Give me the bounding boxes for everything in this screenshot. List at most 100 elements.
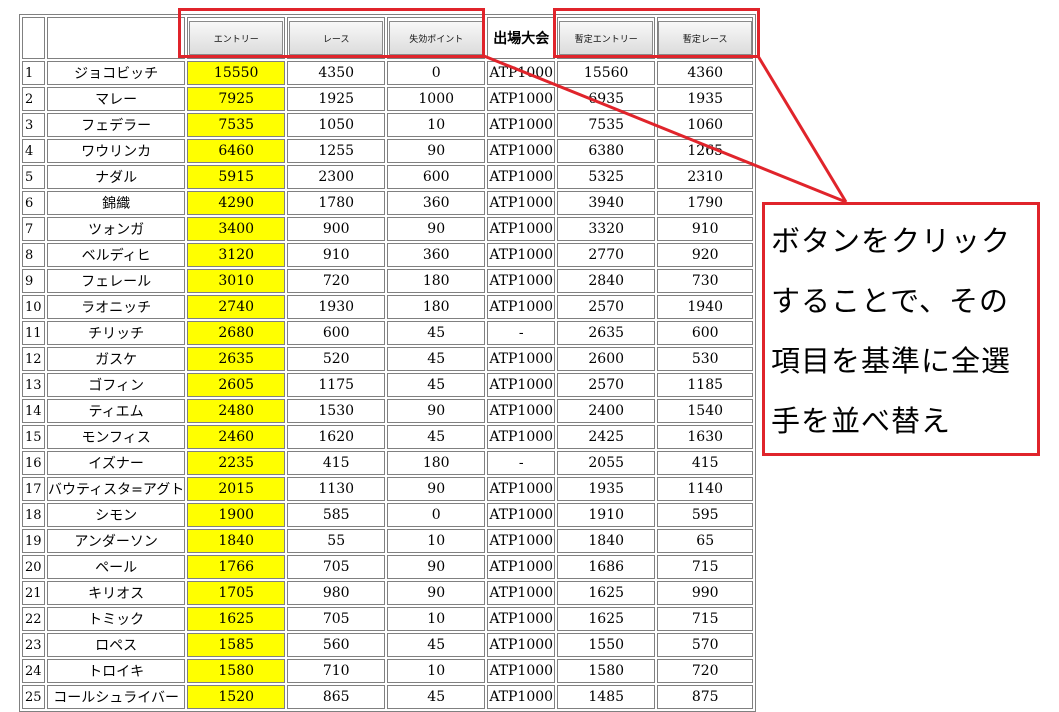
table-row: 11 チリッチ 2680 600 45-2635 600 [22, 321, 754, 345]
table-row: 3 フェデラー 7535 1050 10 ATP1000 7535 1060 [22, 113, 754, 137]
rank-cell: 18 [22, 503, 45, 527]
sort-entry-button[interactable]: エントリー [189, 21, 284, 55]
lost-points-cell: 180 [387, 295, 486, 319]
provisional-race-cell: 1940 [657, 295, 754, 319]
table-row: 13 ゴフィン 2605 1175 45 ATP1000 2570 1185 [22, 373, 754, 397]
lost-points-cell: 180 [387, 269, 486, 293]
lost-points-cell: 90 [387, 581, 486, 605]
lost-points-cell: 45 [387, 685, 486, 709]
provisional-entry-cell: 15560 [557, 61, 656, 85]
player-name-cell: イズナー [47, 451, 186, 475]
header-lost-points-cell: 失効ポイント [387, 17, 486, 59]
player-name-cell: キリオス [47, 581, 186, 605]
provisional-race-cell: 415 [657, 451, 754, 475]
event-cell: ATP1000 [487, 529, 556, 553]
lost-points-cell: 45 [387, 347, 486, 371]
event-cell: ATP1000 [487, 217, 556, 241]
provisional-race-cell: 715 [657, 607, 754, 631]
provisional-entry-cell: 1935 [557, 477, 656, 501]
sort-lost-points-button[interactable]: 失効ポイント [389, 21, 484, 55]
race-points-cell: 585 [287, 503, 386, 527]
rank-cell: 8 [22, 243, 45, 267]
lost-points-cell: 45 [387, 633, 486, 657]
provisional-entry-cell: 1625 [557, 581, 656, 605]
entry-points-cell: 6460 [187, 139, 286, 163]
entry-points-cell: 1840 [187, 529, 286, 553]
lost-points-cell: 0 [387, 503, 486, 527]
race-points-cell: 1255 [287, 139, 386, 163]
sort-provisional-entry-button[interactable]: 暫定エントリー [559, 21, 654, 55]
player-name-cell: ベルディヒ [47, 243, 186, 267]
player-name-cell: ティエム [47, 399, 186, 423]
provisional-entry-cell: 2770 [557, 243, 656, 267]
player-name-cell: シモン [47, 503, 186, 527]
provisional-entry-cell: 6935 [557, 87, 656, 111]
callout-line-1: ボタンをクリック [771, 224, 1012, 258]
provisional-race-cell: 1140 [657, 477, 754, 501]
player-name-cell: ラオニッチ [47, 295, 186, 319]
entry-points-cell: 2460 [187, 425, 286, 449]
player-name-cell: マレー [47, 87, 186, 111]
lost-points-cell: 0 [387, 61, 486, 85]
player-name-cell: フェレール [47, 269, 186, 293]
table-row: 22 トミック 1625 705 10 ATP1000 1625 715 [22, 607, 754, 631]
race-points-cell: 560 [287, 633, 386, 657]
header-provisional-entry-cell: 暫定エントリー [557, 17, 656, 59]
entry-points-cell: 4290 [187, 191, 286, 215]
lost-points-cell: 10 [387, 529, 486, 553]
player-name-cell: 錦織 [47, 191, 186, 215]
lost-points-cell: 45 [387, 425, 486, 449]
player-name-cell: フェデラー [47, 113, 186, 137]
provisional-entry-cell: 6380 [557, 139, 656, 163]
provisional-entry-cell: 2055 [557, 451, 656, 475]
entry-points-cell: 2015 [187, 477, 286, 501]
table-row: 10 ラオニッチ 2740 1930 180 ATP1000 2570 1940 [22, 295, 754, 319]
provisional-race-cell: 2310 [657, 165, 754, 189]
lost-points-cell: 10 [387, 607, 486, 631]
lost-points-cell: 90 [387, 477, 486, 501]
event-cell: ATP1000 [487, 399, 556, 423]
entry-points-cell: 2480 [187, 399, 286, 423]
rank-cell: 19 [22, 529, 45, 553]
provisional-race-cell: 1060 [657, 113, 754, 137]
event-cell: ATP1000 [487, 243, 556, 267]
race-points-cell: 705 [287, 607, 386, 631]
player-name-cell: ナダル [47, 165, 186, 189]
sort-provisional-race-button[interactable]: 暫定レース [658, 21, 753, 55]
header-row: エントリー レース 失効ポイント 出場大会 暫定エントリー 暫定レース [22, 17, 754, 59]
player-name-cell: バウティスタ=アグト [47, 477, 186, 501]
table-row: 8 ベルディヒ 3120 910 360 ATP1000 2770 920 [22, 243, 754, 267]
provisional-entry-cell: 1550 [557, 633, 656, 657]
provisional-race-cell: 1935 [657, 87, 754, 111]
rank-cell: 13 [22, 373, 45, 397]
table-row: 17 バウティスタ=アグト 2015 1130 90 ATP1000 1935 1140 [22, 477, 754, 501]
player-name-cell: チリッチ [47, 321, 186, 345]
table-row: 15 モンフィス 2460 1620 45 ATP1000 2425 1630 [22, 425, 754, 449]
provisional-entry-cell: 2425 [557, 425, 656, 449]
player-name-cell: ワウリンカ [47, 139, 186, 163]
callout-line-3: 項目を基準に全選 [771, 344, 1012, 378]
player-name-cell: ペール [47, 555, 186, 579]
race-points-cell: 720 [287, 269, 386, 293]
table-row: 14 ティエム 2480 1530 90 ATP1000 2400 1540 [22, 399, 754, 423]
event-cell: ATP1000 [487, 607, 556, 631]
event-cell: ATP1000 [487, 295, 556, 319]
race-points-cell: 4350 [287, 61, 386, 85]
sort-race-button[interactable]: レース [289, 21, 384, 55]
entry-points-cell: 7535 [187, 113, 286, 137]
table-row: 18 シモン 1900 585 0 ATP1000 1910 595 [22, 503, 754, 527]
provisional-race-cell: 1630 [657, 425, 754, 449]
event-cell: ATP1000 [487, 477, 556, 501]
event-cell: - [487, 321, 556, 345]
race-points-cell: 1050 [287, 113, 386, 137]
entry-points-cell: 7925 [187, 87, 286, 111]
race-points-cell: 600 [287, 321, 386, 345]
event-cell: ATP1000 [487, 659, 556, 683]
event-cell: - [487, 451, 556, 475]
race-points-cell: 710 [287, 659, 386, 683]
provisional-race-cell: 920 [657, 243, 754, 267]
rank-cell: 1 [22, 61, 45, 85]
ranking-table: エントリー レース 失効ポイント 出場大会 暫定エントリー 暫定レース 1 ジョコ… [19, 14, 757, 712]
header-name-cell [47, 17, 186, 59]
race-points-cell: 1130 [287, 477, 386, 501]
